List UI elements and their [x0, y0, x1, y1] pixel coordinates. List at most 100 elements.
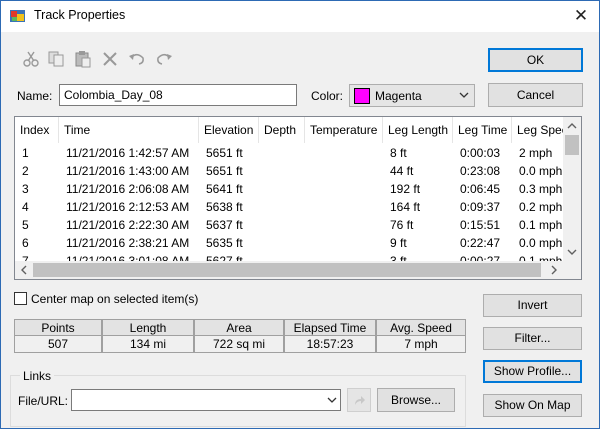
stat-value: 18:57:23	[306, 337, 354, 351]
col-elevation[interactable]: Elevation	[199, 117, 259, 143]
delete-icon[interactable]	[101, 50, 119, 68]
cell-elevation: 5635 ft	[206, 236, 243, 250]
col-leg-time[interactable]: Leg Time	[453, 117, 512, 143]
cell-time: 11/21/2016 2:06:08 AM	[66, 182, 190, 196]
stat-value: 507	[47, 337, 69, 351]
cell-index: 1	[22, 146, 29, 160]
horizontal-scrollbar[interactable]	[15, 261, 563, 279]
cell-leg-speed: 0.0 mph	[519, 164, 563, 178]
cell-leg-speed: 0.2 mph	[519, 200, 563, 214]
table-row[interactable]: 1 11/21/2016 1:42:57 AM 5651 ft 8 ft 0:0…	[15, 144, 563, 162]
cell-leg-time: 0:00:03	[460, 146, 501, 160]
cancel-button[interactable]: Cancel	[488, 83, 583, 107]
paste-icon[interactable]	[74, 50, 92, 68]
close-button[interactable]: ✕	[566, 4, 596, 28]
stat-elapsed-time: Elapsed Time 18:57:23	[284, 319, 376, 353]
open-link-icon	[352, 393, 367, 408]
cell-index: 2	[22, 164, 29, 178]
center-map-label[interactable]: Center map on selected item(s)	[31, 292, 198, 306]
cell-leg-length: 44 ft	[390, 164, 414, 178]
cell-elevation: 5637 ft	[206, 218, 243, 232]
col-index[interactable]: Index	[15, 117, 59, 143]
cell-elevation: 5638 ft	[206, 200, 243, 214]
stat-value: 7 mph	[404, 337, 438, 351]
ok-button[interactable]: OK	[488, 48, 583, 72]
stat-label: Avg. Speed	[377, 320, 465, 336]
file-url-label: File/URL:	[18, 394, 69, 408]
scroll-up-icon[interactable]	[563, 117, 581, 135]
table-header: Index Time Elevation Depth Temperature L…	[15, 117, 563, 143]
open-link-button[interactable]	[347, 388, 371, 412]
stat-avg-speed: Avg. Speed 7 mph	[376, 319, 466, 353]
color-swatch	[354, 88, 370, 104]
cell-leg-length: 76 ft	[390, 218, 414, 232]
table-row[interactable]: 2 11/21/2016 1:43:00 AM 5651 ft 44 ft 0:…	[15, 162, 563, 180]
cut-icon[interactable]	[22, 50, 40, 68]
stat-value: 134 mi	[129, 337, 167, 351]
scroll-right-icon[interactable]	[545, 261, 563, 279]
cell-leg-speed: 0.0 mph	[519, 236, 563, 250]
filter-button[interactable]: Filter...	[483, 327, 582, 350]
cell-leg-speed: 0.3 mph	[519, 182, 563, 196]
cell-elevation: 5651 ft	[206, 164, 243, 178]
cell-leg-speed: 0.1 mph	[519, 218, 563, 232]
cell-leg-length: 8 ft	[390, 146, 407, 160]
name-label: Name:	[17, 89, 53, 103]
window-title: Track Properties	[34, 8, 126, 22]
cell-leg-time: 0:15:51	[460, 218, 501, 232]
scrollbar-corner	[563, 261, 581, 279]
stat-label: Points	[15, 320, 101, 336]
track-points-table[interactable]: Index Time Elevation Depth Temperature L…	[14, 116, 582, 280]
center-map-checkbox[interactable]	[14, 292, 27, 305]
cell-index: 6	[22, 236, 29, 250]
cell-leg-speed: 2 mph	[519, 146, 553, 160]
show-profile-button[interactable]: Show Profile...	[483, 360, 582, 383]
copy-icon[interactable]	[47, 50, 65, 68]
app-icon	[9, 8, 26, 24]
col-leg-speed[interactable]: Leg Speed	[512, 117, 563, 143]
color-select[interactable]: Magenta	[349, 84, 475, 107]
invert-button[interactable]: Invert	[483, 294, 582, 317]
browse-button[interactable]: Browse...	[377, 388, 455, 412]
table-row[interactable]: 6 11/21/2016 2:38:21 AM 5635 ft 9 ft 0:2…	[15, 234, 563, 252]
links-group-title: Links	[20, 369, 55, 383]
table-row[interactable]: 3 11/21/2016 2:06:08 AM 5641 ft 192 ft 0…	[15, 180, 563, 198]
cell-leg-length: 9 ft	[390, 236, 407, 250]
stat-area: Area 722 sq mi	[194, 319, 284, 353]
col-depth[interactable]: Depth	[259, 117, 305, 143]
scroll-down-icon[interactable]	[563, 243, 581, 261]
stat-value: 722 sq mi	[212, 337, 266, 351]
horizontal-scroll-thumb[interactable]	[33, 263, 541, 277]
color-value: Magenta	[375, 89, 422, 103]
stat-points: Points 507	[14, 319, 102, 353]
name-input[interactable]: Colombia_Day_08	[59, 84, 297, 106]
stat-label: Length	[103, 320, 193, 336]
undo-icon[interactable]	[128, 50, 146, 68]
cell-leg-time: 0:23:08	[460, 164, 501, 178]
cell-time: 11/21/2016 2:38:21 AM	[66, 236, 190, 250]
chevron-down-icon[interactable]	[326, 394, 338, 406]
cell-elevation: 5651 ft	[206, 146, 243, 160]
track-stats: Points 507 Length 134 mi Area 722 sq mi …	[14, 319, 466, 353]
stat-label: Elapsed Time	[285, 320, 375, 336]
show-on-map-button[interactable]: Show On Map	[483, 394, 582, 417]
cell-index: 5	[22, 218, 29, 232]
file-url-combobox[interactable]	[71, 389, 341, 411]
col-temperature[interactable]: Temperature	[305, 117, 383, 143]
cell-elevation: 5641 ft	[206, 182, 243, 196]
cell-leg-time: 0:22:47	[460, 236, 501, 250]
scroll-left-icon[interactable]	[15, 261, 33, 279]
chevron-down-icon	[458, 89, 470, 101]
cell-index: 3	[22, 182, 29, 196]
vertical-scroll-thumb[interactable]	[565, 135, 579, 155]
table-row[interactable]: 5 11/21/2016 2:22:30 AM 5637 ft 76 ft 0:…	[15, 216, 563, 234]
color-label: Color:	[311, 89, 344, 103]
vertical-scrollbar[interactable]	[563, 117, 581, 261]
cell-time: 11/21/2016 1:42:57 AM	[66, 146, 190, 160]
cell-leg-length: 164 ft	[390, 200, 421, 214]
cell-time: 11/21/2016 1:43:00 AM	[66, 164, 190, 178]
redo-icon[interactable]	[155, 50, 173, 68]
table-row[interactable]: 4 11/21/2016 2:12:53 AM 5638 ft 164 ft 0…	[15, 198, 563, 216]
col-leg-length[interactable]: Leg Length	[383, 117, 453, 143]
col-time[interactable]: Time	[59, 117, 199, 143]
